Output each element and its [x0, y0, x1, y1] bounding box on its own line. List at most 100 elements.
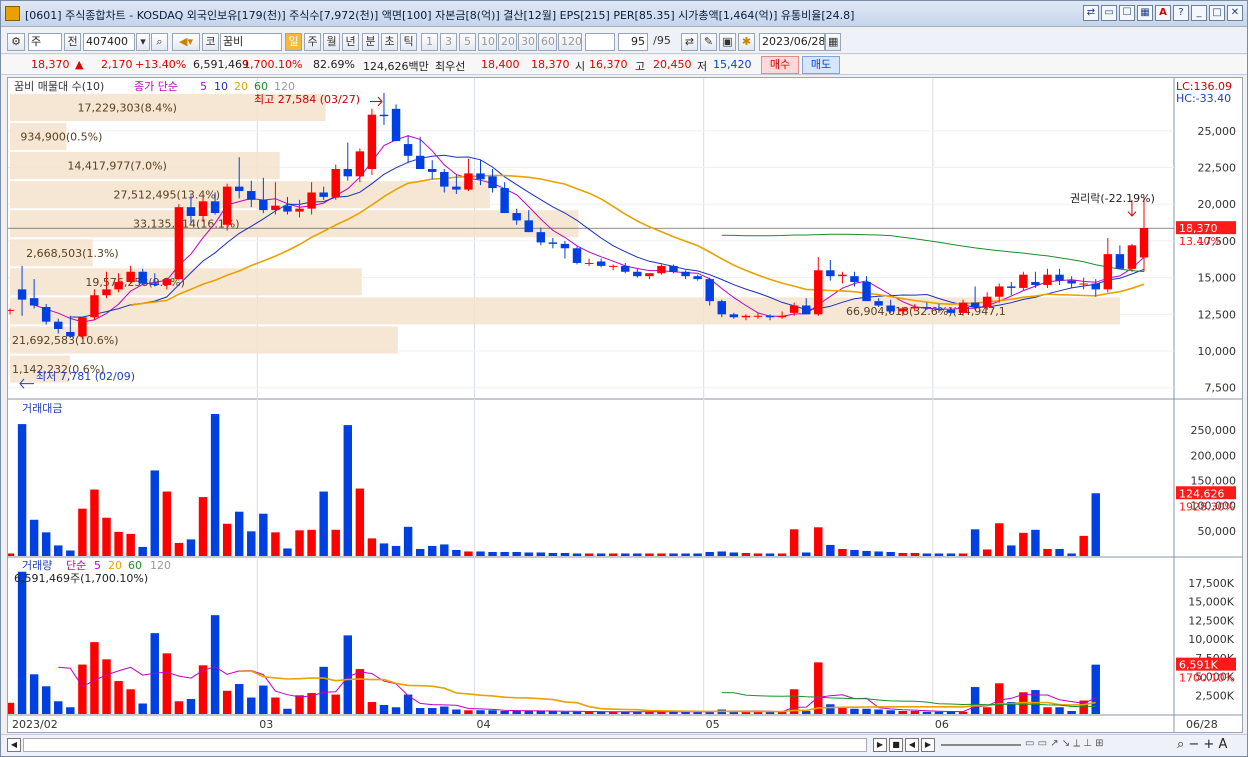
hc-value: HC:-33.40 [1176, 92, 1231, 105]
candle-body [464, 173, 473, 190]
interval-3[interactable]: 3 [440, 33, 457, 51]
buy-button[interactable]: 매수 [761, 56, 799, 74]
amount-bar [41, 532, 51, 556]
amount-bar [717, 551, 726, 556]
period-year[interactable]: 년 [342, 33, 359, 51]
volume-sub-label: 6,591,469주(1,700.10%) [14, 572, 148, 585]
amount-bar [1031, 529, 1040, 556]
period-tick[interactable]: 틱 [400, 33, 417, 51]
candle-body [982, 296, 992, 307]
link-icon[interactable]: ⇄ [1083, 5, 1099, 21]
candle-body [838, 274, 847, 277]
search-icon[interactable]: ⌕ [151, 33, 168, 51]
zoom-slider[interactable] [941, 744, 1021, 746]
amount-bar [307, 529, 316, 556]
interval-60[interactable]: 60 [538, 33, 557, 51]
draw-icon[interactable]: ✎ [700, 33, 717, 51]
candle-body [403, 144, 413, 156]
count-input[interactable]: 95 [618, 33, 648, 51]
play-icon[interactable]: ▶ [873, 738, 887, 752]
code-type-select[interactable]: 주 [28, 33, 62, 51]
maximize-button[interactable]: □ [1209, 5, 1225, 21]
speaker-icon[interactable]: ◀▾ [172, 33, 200, 51]
amount-bar [379, 543, 389, 556]
all-button[interactable]: 전 [64, 33, 81, 51]
volume-bar [234, 684, 244, 714]
amount-bar [886, 551, 895, 556]
font-icon[interactable]: A [1155, 5, 1171, 21]
title-buttons: ⇄ ▭ ☐ ▦ A ? _ □ ✕ [1083, 5, 1243, 21]
code-dropdown-icon[interactable]: ▾ [136, 33, 150, 51]
interval-120[interactable]: 120 [558, 33, 582, 51]
minimize-button[interactable]: _ [1191, 5, 1207, 21]
volume-bar [114, 681, 123, 714]
help-icon[interactable]: ? [1173, 5, 1189, 21]
interval-10[interactable]: 10 [478, 33, 497, 51]
save-icon[interactable]: ▣ [719, 33, 736, 51]
scroll-left-icon[interactable]: ◀ [7, 738, 21, 752]
amount-bar [367, 538, 377, 556]
date-input[interactable]: 2023/06/28 [759, 33, 825, 51]
settings-icon[interactable]: ⚙ [7, 33, 25, 51]
config-icon[interactable]: ✱ [738, 33, 755, 51]
volume-bar [488, 710, 497, 714]
zoom-controls[interactable]: ⌕ − + A [1177, 737, 1227, 752]
candle-body [150, 283, 159, 285]
close-button[interactable]: ✕ [1227, 5, 1243, 21]
interval-20[interactable]: 20 [498, 33, 517, 51]
x-tick-label: 03 [259, 718, 273, 731]
volume-bar [343, 635, 353, 714]
amount-bar [1067, 553, 1076, 556]
amount-bar [247, 531, 256, 556]
amount-bar [234, 511, 244, 556]
stock-name[interactable]: 꿈비 [220, 33, 282, 51]
chart-area[interactable]: 1,142,232(0.6%) 21,692,583(10.6%) 66,904,6… [5, 77, 1243, 733]
amount-bar [645, 553, 654, 556]
code-input[interactable]: 407400 [83, 33, 135, 51]
grid-icon[interactable]: ▦ [1137, 5, 1153, 21]
period-week[interactable]: 주 [304, 33, 321, 51]
vol-ma-20: 20 [108, 559, 122, 572]
amount-bar [78, 508, 87, 556]
volume-bar [186, 699, 196, 714]
interval-30[interactable]: 30 [518, 33, 537, 51]
custom-interval-input[interactable] [585, 33, 615, 51]
volume-bar [379, 705, 389, 714]
volume-tick-label: 17,500K [1188, 577, 1234, 590]
amount-bar [633, 553, 642, 556]
amount-tick-label: 150,000 [1191, 474, 1237, 487]
period-second[interactable]: 초 [381, 33, 398, 51]
chart-canvas[interactable]: 1,142,232(0.6%)21,692,583(10.6%)66,904,6… [5, 78, 1242, 732]
candle-body [826, 270, 835, 277]
candle-body [898, 308, 907, 312]
period-day[interactable]: 일 [285, 33, 302, 51]
candle-body [259, 199, 268, 211]
volume-bar [102, 659, 111, 714]
volume-bar [584, 711, 594, 714]
prev-icon[interactable]: ◀ [905, 738, 919, 752]
interval-5[interactable]: 5 [459, 33, 476, 51]
ma-10: 10 [214, 80, 228, 93]
candle-body [1139, 228, 1149, 258]
compare-icon[interactable]: ⇄ [681, 33, 698, 51]
next-icon[interactable]: ▶ [921, 738, 935, 752]
candle-body [1127, 245, 1137, 269]
period-month[interactable]: 월 [323, 33, 340, 51]
candle-body [1019, 274, 1028, 288]
candle-body [355, 151, 365, 177]
interval-1[interactable]: 1 [421, 33, 438, 51]
sell-button[interactable]: 매도 [802, 56, 840, 74]
price-tick-label: 12,500 [1198, 308, 1237, 321]
save-layout-icon[interactable]: ☐ [1119, 5, 1135, 21]
stop-icon[interactable]: ■ [889, 738, 903, 752]
candle-body [524, 220, 533, 233]
restore-layout-icon[interactable]: ▭ [1101, 5, 1117, 21]
volume-tick-label: 15,000K [1188, 596, 1234, 609]
volume-bar [560, 711, 570, 714]
calendar-icon[interactable]: ▦ [825, 33, 841, 51]
period-minute[interactable]: 분 [362, 33, 379, 51]
tool-icons[interactable]: ▭ ▭ ↗ ↘ ⟂ ⊥ ⊞ [1025, 738, 1104, 749]
candle-body [681, 271, 690, 277]
horizontal-scrollbar[interactable] [23, 738, 867, 752]
candle-body [910, 306, 920, 309]
